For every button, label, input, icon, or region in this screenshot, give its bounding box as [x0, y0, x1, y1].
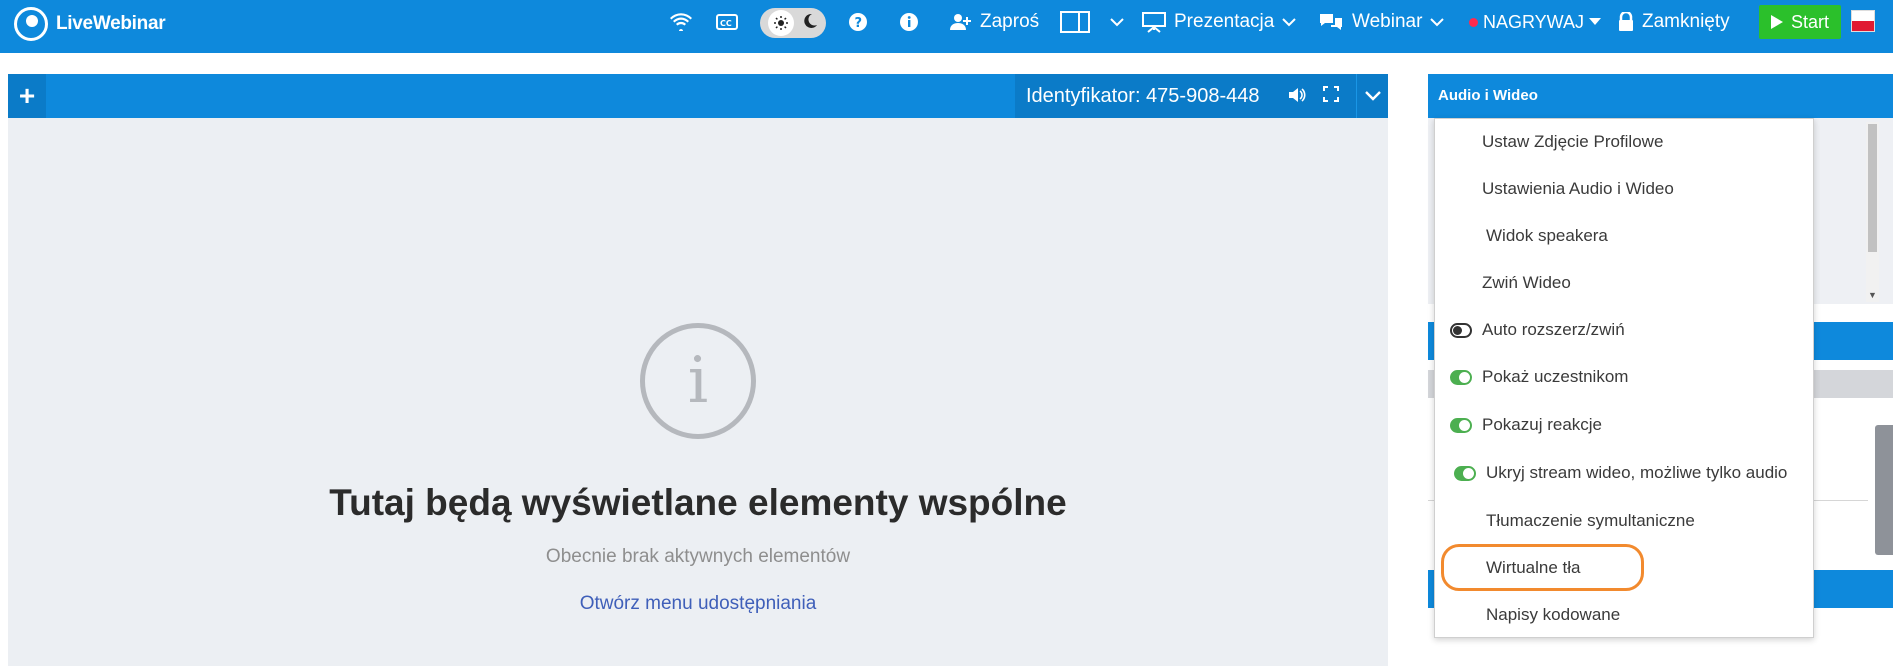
- collapse-chevron-button[interactable]: [1356, 74, 1388, 118]
- lock-icon: [1619, 12, 1633, 31]
- toggle-on-icon[interactable]: [1450, 368, 1472, 386]
- panel-scrollbar[interactable]: ▼: [1866, 122, 1879, 302]
- toggle-on-icon[interactable]: [1454, 464, 1476, 482]
- chevron-down-icon: [1110, 18, 1124, 27]
- start-button[interactable]: Start: [1759, 5, 1841, 39]
- top-bar: LiveWebinar CC ? Zaproś Prezentacja Webi…: [0, 0, 1893, 53]
- logo-text: LiveWebinar: [56, 13, 166, 34]
- menu-item-label: Widok speakera: [1486, 226, 1608, 245]
- menu-item-audio-only[interactable]: Ukryj stream wideo, możliwe tylko audio: [1435, 450, 1815, 496]
- info-circle-icon: i: [640, 323, 756, 439]
- side-drawer-tab[interactable]: [1875, 425, 1893, 555]
- scroll-down-arrow-icon[interactable]: ▼: [1867, 290, 1878, 302]
- presentation-label: Prezentacja: [1174, 11, 1275, 32]
- moon-icon: [802, 13, 818, 34]
- theme-toggle[interactable]: [760, 8, 826, 38]
- language-flag-icon[interactable]: [1851, 10, 1875, 32]
- menu-item-collapse-video[interactable]: Zwiń Wideo: [1435, 260, 1815, 306]
- closed-captions-icon[interactable]: CC: [716, 0, 738, 44]
- menu-item-av-settings[interactable]: Ustawienia Audio i Wideo: [1435, 166, 1815, 212]
- svg-text:?: ?: [855, 16, 863, 31]
- add-user-icon: [950, 14, 971, 30]
- open-share-menu-link[interactable]: Otwórz menu udostępniania: [8, 593, 1388, 615]
- highlight-annotation-ring: [1441, 544, 1644, 591]
- user-circle-icon: [1450, 133, 1472, 151]
- logo-mark-icon: [14, 7, 48, 41]
- menu-item-speaker-view[interactable]: Widok speakera: [1435, 213, 1815, 259]
- record-button[interactable]: NAGRYWAJ: [1469, 0, 1602, 44]
- room-lock-label: Zamknięty: [1642, 11, 1730, 32]
- layout-icon: [1060, 11, 1090, 33]
- gear-icon: [1450, 180, 1472, 198]
- layout-button[interactable]: [1060, 0, 1124, 44]
- caret-down-icon: [1589, 18, 1602, 25]
- audio-video-title: Audio i Wideo: [1438, 87, 1538, 104]
- empty-state-subtitle: Obecnie brak aktywnych elementów: [545, 546, 851, 567]
- play-icon: [1770, 15, 1783, 29]
- toggle-off-icon[interactable]: [1450, 321, 1472, 339]
- svg-text:CC: CC: [720, 19, 732, 28]
- webinar-label: Webinar: [1352, 11, 1423, 32]
- menu-item-label: Auto rozszerz/zwiń: [1482, 320, 1625, 339]
- chevron-down-icon: [1282, 18, 1297, 27]
- menu-item-label: Ustaw Zdjęcie Profilowe: [1482, 132, 1664, 151]
- invite-label: Zaproś: [980, 11, 1040, 32]
- swap-arrows-icon: [1450, 274, 1472, 292]
- menu-item-show-reactions[interactable]: Pokazuj reakcje: [1435, 402, 1815, 448]
- record-label: NAGRYWAJ: [1483, 11, 1585, 32]
- empty-state-title: Tutaj będą wyświetlane elementy wspólne: [329, 482, 1067, 523]
- content-header: + Identyfikator: 475-908-448: [8, 74, 1388, 118]
- sun-icon: [768, 10, 794, 36]
- menu-item-label: Pokazuj reakcje: [1482, 415, 1603, 434]
- logo: LiveWebinar: [14, 6, 166, 42]
- add-content-button[interactable]: +: [8, 74, 46, 118]
- toggle-on-icon[interactable]: [1450, 416, 1472, 434]
- menu-item-label: Pokaż uczestnikom: [1482, 367, 1629, 386]
- start-label: Start: [1790, 11, 1829, 32]
- room-identifier: Identyfikator: 475-908-448: [1026, 85, 1260, 107]
- globe-icon: [1454, 512, 1476, 530]
- menu-item-label: Ustawienia Audio i Wideo: [1482, 179, 1674, 198]
- fullscreen-icon[interactable]: [1323, 86, 1339, 107]
- wifi-icon[interactable]: [670, 0, 692, 44]
- chevron-down-icon: [1430, 18, 1445, 27]
- record-dot-icon: [1469, 17, 1478, 27]
- info-icon[interactable]: [899, 0, 919, 44]
- audio-video-panel-header: Audio i Wideo: [1428, 74, 1893, 118]
- volume-icon[interactable]: [1288, 86, 1306, 109]
- menu-item-show-participants[interactable]: Pokaż uczestnikom: [1435, 354, 1815, 400]
- menu-item-closed-captions[interactable]: Napisy kodowane: [1435, 592, 1815, 638]
- room-identifier-area: Identyfikator: 475-908-448: [1015, 74, 1388, 118]
- menu-item-label: Napisy kodowane: [1486, 605, 1621, 624]
- presentation-icon: [1142, 12, 1166, 33]
- room-lock-button[interactable]: Zamknięty: [1618, 0, 1730, 44]
- shared-content-panel: + Identyfikator: 475-908-448 i Tutaj będ…: [8, 74, 1388, 666]
- menu-item-profile-photo[interactable]: Ustaw Zdjęcie Profilowe: [1435, 119, 1815, 165]
- menu-item-label: Zwiń Wideo: [1482, 273, 1571, 292]
- menu-item-label: Ukryj stream wideo, możliwe tylko audio: [1486, 463, 1788, 482]
- chevron-down-icon: [1364, 91, 1381, 101]
- menu-item-label: Tłumaczenie symultaniczne: [1486, 511, 1695, 530]
- chat-bubbles-icon: [1320, 14, 1342, 30]
- closed-captions-icon: [1454, 606, 1476, 624]
- help-icon[interactable]: ?: [848, 0, 868, 44]
- speaker-view-icon: [1454, 227, 1476, 245]
- presentation-button[interactable]: Prezentacja: [1142, 0, 1297, 44]
- scrollbar-thumb[interactable]: [1868, 124, 1877, 252]
- menu-item-simultaneous-translation[interactable]: Tłumaczenie symultaniczne: [1435, 498, 1815, 544]
- menu-item-auto-expand[interactable]: Auto rozszerz/zwiń: [1435, 307, 1815, 353]
- webinar-button[interactable]: Webinar: [1318, 0, 1445, 44]
- invite-button[interactable]: Zaproś: [950, 0, 1039, 44]
